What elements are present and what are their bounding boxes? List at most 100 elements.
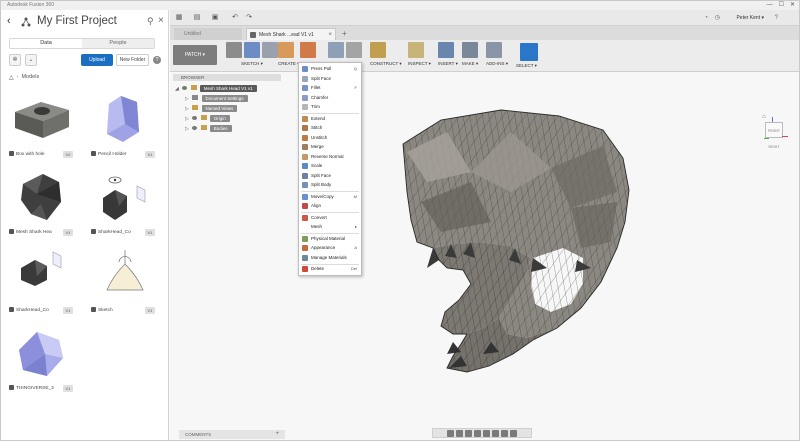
design-item-thingiverse[interactable]: THINGIVERSE_3 V1 — [7, 324, 75, 396]
list-view-dropdown-icon[interactable]: ⌄ — [25, 54, 37, 66]
thingiverse-thumbnail — [7, 324, 75, 382]
sharkhead-co-thumbnail — [89, 168, 157, 226]
home-triangle-icon[interactable]: △ — [9, 74, 14, 81]
sketch-menu-label[interactable]: SKETCH ▾ — [226, 61, 278, 67]
workspace-switcher[interactable]: PATCH ▾ — [173, 45, 217, 65]
new-folder-button[interactable]: New Folder — [116, 54, 149, 66]
design-item-mesh-shark-head[interactable]: Mesh Shark Hea V1 — [7, 168, 75, 240]
close-window-button[interactable]: ✕ — [790, 1, 795, 10]
inspect-menu-label[interactable]: INSPECT ▾ — [408, 61, 431, 67]
tab-data[interactable]: Data — [10, 39, 82, 48]
design-file-icon — [9, 151, 14, 156]
ribbon-toolbar: PATCH ▾ SKETCH ▾ CREATE ▾ MOD — [170, 40, 799, 74]
add-comment-icon[interactable]: + — [275, 430, 279, 439]
file-icon[interactable]: ▤ — [192, 13, 202, 23]
design-file-icon — [9, 229, 14, 234]
select-icon[interactable] — [520, 43, 538, 61]
version-badge[interactable]: V1 — [145, 151, 155, 158]
version-badge[interactable]: V1 — [145, 307, 155, 314]
version-badge[interactable]: V2 — [63, 151, 73, 158]
joint-icon[interactable] — [328, 42, 344, 58]
select-menu-label[interactable]: SELECT ▾ — [516, 63, 537, 69]
insert-group[interactable]: INSERT ▾ — [438, 42, 458, 70]
construct-menu-label[interactable]: CONSTRUCT ▾ — [370, 61, 402, 67]
search-icon[interactable]: ⚲ — [147, 16, 154, 27]
history-icon[interactable]: ◷ — [715, 13, 720, 23]
zoom-icon[interactable] — [474, 429, 481, 437]
inspect-group[interactable]: INSPECT ▾ — [408, 42, 431, 70]
fusion-app-window: Autodesk Fusion 360 — ☐ ✕ ‹ My First Pro… — [0, 0, 800, 441]
pan-icon[interactable] — [465, 429, 472, 437]
line-icon[interactable] — [244, 42, 260, 58]
design-item-sharkhead-co-2[interactable]: SharkHead_Co V1 — [7, 246, 75, 318]
measure-icon[interactable] — [408, 42, 424, 58]
job-status-icon[interactable]: ◔ — [704, 13, 708, 23]
viewcube-face[interactable]: FRONT RIGHT — [765, 122, 783, 149]
rectangle-icon[interactable] — [262, 42, 278, 58]
sketch-icon[interactable] — [226, 42, 242, 58]
add-ins-group[interactable]: ADD-INS ▾ — [486, 42, 508, 70]
comments-panel[interactable]: COMMENTS + — [179, 430, 285, 439]
tab-people[interactable]: People — [82, 39, 154, 48]
extrude-icon[interactable] — [278, 42, 294, 58]
viewports-icon[interactable] — [510, 429, 517, 437]
press-pull-tool-icon[interactable] — [300, 42, 316, 58]
make-group[interactable]: MAKE ▾ — [462, 42, 478, 70]
network-icon[interactable] — [21, 17, 31, 27]
viewcube[interactable]: ⌂ FRONT RIGHT — [762, 114, 788, 149]
version-badge[interactable]: V1 — [63, 229, 73, 236]
grid-icon[interactable]: ▦ — [174, 13, 184, 23]
help-icon[interactable]: ? — [153, 56, 161, 64]
data-panel-header: ‹ My First Project ⚲ × — [1, 13, 169, 31]
create-menu-label[interactable]: CREATE ▾ — [278, 61, 299, 67]
as-built-joint-icon[interactable] — [346, 42, 362, 58]
look-at-icon[interactable] — [456, 429, 463, 437]
y-axis-indicator — [764, 138, 769, 139]
redo-icon[interactable]: ↷ — [244, 13, 254, 23]
add-ins-menu-label[interactable]: ADD-INS ▾ — [486, 61, 508, 67]
fit-icon[interactable] — [483, 429, 490, 437]
design-file-icon — [9, 385, 14, 390]
design-name: SharkHead_Co — [98, 230, 131, 235]
upload-button[interactable]: Upload — [81, 54, 113, 66]
design-item-sharkhead-co-1[interactable]: SharkHead_Co V1 — [89, 168, 157, 240]
construct-group[interactable]: CONSTRUCT ▾ — [370, 42, 402, 70]
design-file-icon — [91, 151, 96, 156]
user-account-menu[interactable]: Peter Kent ▾ — [736, 13, 764, 23]
design-item-box-with-hole[interactable]: Box with hole V2 — [7, 90, 75, 162]
canvas-viewport[interactable]: ⌂ FRONT RIGHT — [171, 72, 799, 417]
create-group[interactable]: CREATE ▾ — [278, 42, 299, 70]
insert-menu-label[interactable]: INSERT ▾ — [438, 61, 458, 67]
minimize-button[interactable]: — — [767, 1, 773, 10]
back-arrow-icon[interactable]: ‹ — [7, 15, 11, 27]
make-menu-label[interactable]: MAKE ▾ — [462, 61, 478, 67]
breadcrumb: △ › Models — [9, 74, 40, 81]
orbit-icon[interactable] — [447, 429, 454, 437]
version-badge[interactable]: V1 — [63, 385, 73, 392]
sketch-group[interactable]: SKETCH ▾ — [226, 42, 278, 70]
sharkhead-co-2-thumbnail — [7, 246, 75, 304]
design-item-pencil-holder[interactable]: Pencil Holder V1 — [89, 90, 157, 162]
breadcrumb-folder[interactable]: Models — [21, 74, 39, 80]
offset-plane-icon[interactable] — [370, 42, 386, 58]
close-icon[interactable]: × — [158, 15, 164, 26]
settings-gear-icon[interactable]: ✲ — [9, 54, 21, 66]
home-view-icon[interactable]: ⌂ — [762, 114, 766, 120]
insert-image-icon[interactable] — [438, 42, 454, 58]
new-tab-button[interactable]: + — [342, 28, 347, 40]
save-icon[interactable]: ▣ — [210, 13, 220, 23]
grid-settings-icon[interactable] — [501, 429, 508, 437]
version-badge[interactable]: V1 — [63, 307, 73, 314]
scripts-icon[interactable] — [486, 42, 502, 58]
mesh-shark-head-model[interactable] — [171, 72, 799, 417]
undo-icon[interactable]: ↶ — [230, 13, 240, 23]
tab-mesh-shark-head[interactable]: Mesh Shark ...ead V1 v1 × — [246, 28, 336, 40]
data-people-tabs: Data People — [9, 38, 155, 49]
version-badge[interactable]: V1 — [145, 229, 155, 236]
maximize-button[interactable]: ☐ — [779, 1, 784, 10]
3d-print-icon[interactable] — [462, 42, 478, 58]
display-settings-icon[interactable] — [492, 429, 499, 437]
design-item-sketch[interactable]: Sketch V1 — [89, 246, 157, 318]
help-menu-icon[interactable]: ? — [775, 13, 778, 23]
tab-untitled[interactable]: Untitled — [174, 28, 242, 40]
